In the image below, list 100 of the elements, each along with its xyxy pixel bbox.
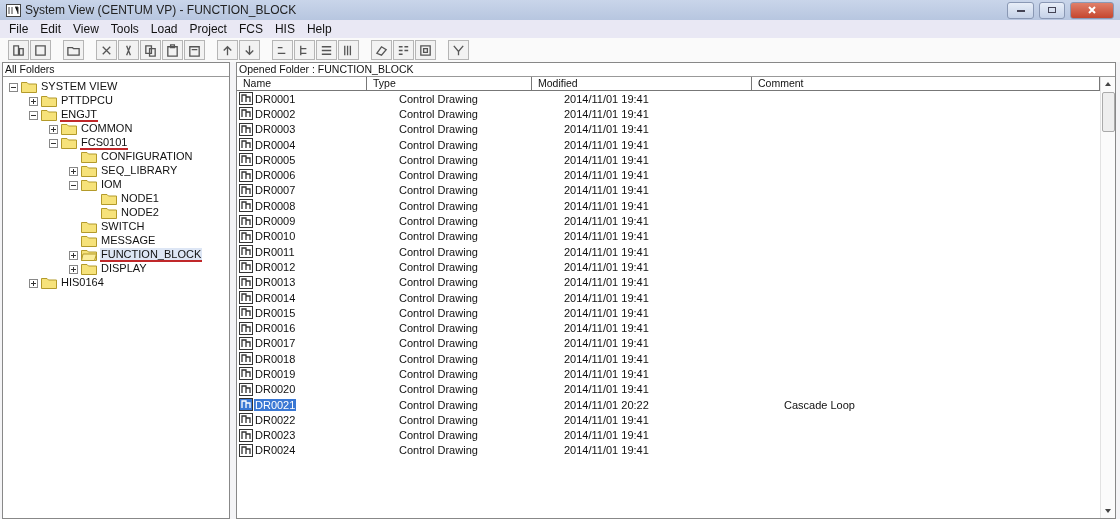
menu-item[interactable]: Load (145, 21, 183, 37)
file-name[interactable]: DR0007 (254, 184, 297, 197)
toolbar-button[interactable] (8, 40, 29, 60)
toolbar-button[interactable] (140, 40, 161, 60)
file-name[interactable]: DR0012 (254, 260, 297, 273)
toolbar-button[interactable] (63, 40, 84, 60)
tree-item[interactable]: ENGJT (60, 108, 99, 122)
menu-item[interactable]: Project (184, 21, 232, 37)
menu-item[interactable]: Help (301, 21, 337, 37)
expand-toggle[interactable] (69, 166, 78, 176)
file-name[interactable]: DR0024 (254, 444, 297, 457)
file-name[interactable]: DR0005 (254, 153, 297, 166)
tree-item[interactable]: MESSAGE (100, 234, 157, 248)
toolbar-button[interactable] (118, 40, 139, 60)
file-name[interactable]: DR0010 (254, 230, 297, 243)
tree-item[interactable]: FCS0101 (80, 136, 129, 150)
minimize-button[interactable] (1007, 1, 1034, 19)
file-name[interactable]: DR0008 (254, 199, 297, 212)
table-cell-text: 2014/11/01 19:41 (563, 276, 649, 289)
toolbar-button[interactable] (371, 40, 392, 60)
menu-item[interactable]: Edit (35, 21, 67, 37)
tree-item[interactable]: IOM (100, 178, 123, 192)
table-cell-text: 2014/11/01 19:41 (563, 138, 649, 151)
scroll-down-icon[interactable] (1104, 507, 1112, 515)
file-name[interactable]: DR0002 (254, 107, 297, 120)
tree-item[interactable]: SYSTEM VIEW (40, 80, 119, 94)
tree-item[interactable]: FUNCTION_BLOCK (100, 248, 203, 262)
expand-toggle[interactable] (29, 278, 38, 288)
expand-toggle[interactable] (69, 264, 78, 274)
table-cell-text: 2014/11/01 19:41 (563, 306, 649, 319)
columns-icon (11, 42, 26, 58)
scroll-up-icon[interactable] (1104, 80, 1112, 88)
drawing-file-icon (239, 413, 253, 427)
file-name[interactable]: DR0019 (254, 368, 297, 380)
file-name[interactable]: DR0013 (254, 276, 297, 289)
file-name[interactable]: DR0009 (254, 215, 297, 227)
table-cell-text: 2014/11/01 19:41 (563, 322, 649, 335)
toolbar-button[interactable] (294, 40, 315, 60)
toolbar-button[interactable] (448, 40, 469, 60)
table-cell-text: Control Drawing (398, 322, 478, 335)
file-name[interactable]: DR0003 (254, 123, 297, 136)
collapse-toggle[interactable] (9, 82, 18, 92)
folder-icon (101, 193, 117, 205)
tree-item[interactable]: CONFIGURATION (100, 150, 194, 164)
vertical-scrollbar[interactable] (1100, 77, 1115, 518)
file-name[interactable]: DR0001 (254, 92, 297, 105)
file-name[interactable]: DR0014 (254, 291, 297, 304)
file-name[interactable]: DR0015 (254, 306, 297, 319)
collapse-toggle[interactable] (69, 180, 78, 190)
menu-item[interactable]: Tools (105, 21, 144, 37)
file-name[interactable]: DR0017 (254, 337, 297, 350)
menu-item[interactable]: FCS (233, 21, 268, 37)
toolbar-button[interactable] (239, 40, 260, 60)
file-name[interactable]: DR0020 (254, 383, 297, 396)
column-header[interactable]: Name (237, 77, 367, 90)
folder-icon (21, 81, 37, 93)
tree-item[interactable]: DISPLAY (100, 262, 148, 276)
menu-item[interactable]: HIS (269, 21, 300, 37)
scroll-thumb[interactable] (1101, 92, 1115, 132)
tree-item[interactable]: SWITCH (100, 220, 146, 234)
close-button[interactable] (1070, 1, 1114, 19)
tree-item[interactable]: HIS0164 (60, 276, 105, 290)
table-cell-text: Control Drawing (398, 306, 478, 319)
expand-toggle[interactable] (29, 96, 38, 106)
collapse-toggle[interactable] (29, 110, 38, 120)
drawing-file-icon (239, 122, 253, 136)
tree-item[interactable]: NODE2 (120, 206, 160, 220)
tree-item[interactable]: PTTDPCU (60, 94, 114, 108)
toolbar-button[interactable] (393, 40, 414, 60)
tree-item[interactable]: SEQ_LIBRARY (100, 164, 179, 178)
table-cell-text: 2014/11/01 19:41 (563, 169, 649, 182)
toolbar-button[interactable] (217, 40, 238, 60)
file-name[interactable]: DR0021 (254, 398, 297, 411)
file-name[interactable]: DR0011 (254, 245, 296, 258)
file-name[interactable]: DR0004 (254, 138, 297, 151)
toolbar-button[interactable] (338, 40, 359, 60)
column-header[interactable]: Type (367, 77, 532, 90)
collapse-toggle[interactable] (49, 138, 58, 148)
menu-item[interactable]: View (68, 21, 104, 37)
toolbar-button[interactable] (184, 40, 205, 60)
file-name[interactable]: DR0023 (254, 429, 297, 442)
app-icon (6, 3, 21, 17)
tree-item[interactable]: NODE1 (120, 192, 160, 206)
toolbar-button[interactable] (272, 40, 293, 60)
expand-toggle[interactable] (69, 250, 78, 260)
toolbar-button[interactable] (162, 40, 183, 60)
maximize-button[interactable] (1039, 1, 1065, 19)
file-name[interactable]: DR0006 (254, 169, 297, 182)
file-name[interactable]: DR0022 (254, 413, 297, 426)
toolbar-button[interactable] (96, 40, 117, 60)
column-header[interactable]: Modified (532, 77, 752, 90)
toolbar-button[interactable] (316, 40, 337, 60)
toolbar-button[interactable] (415, 40, 436, 60)
file-name[interactable]: DR0018 (254, 352, 297, 365)
table-cell-text: Control Drawing (398, 215, 478, 227)
menu-item[interactable]: File (4, 21, 34, 37)
toolbar-button[interactable] (30, 40, 51, 60)
expand-toggle[interactable] (49, 124, 58, 134)
tree-item[interactable]: COMMON (80, 122, 134, 136)
file-name[interactable]: DR0016 (254, 322, 297, 335)
